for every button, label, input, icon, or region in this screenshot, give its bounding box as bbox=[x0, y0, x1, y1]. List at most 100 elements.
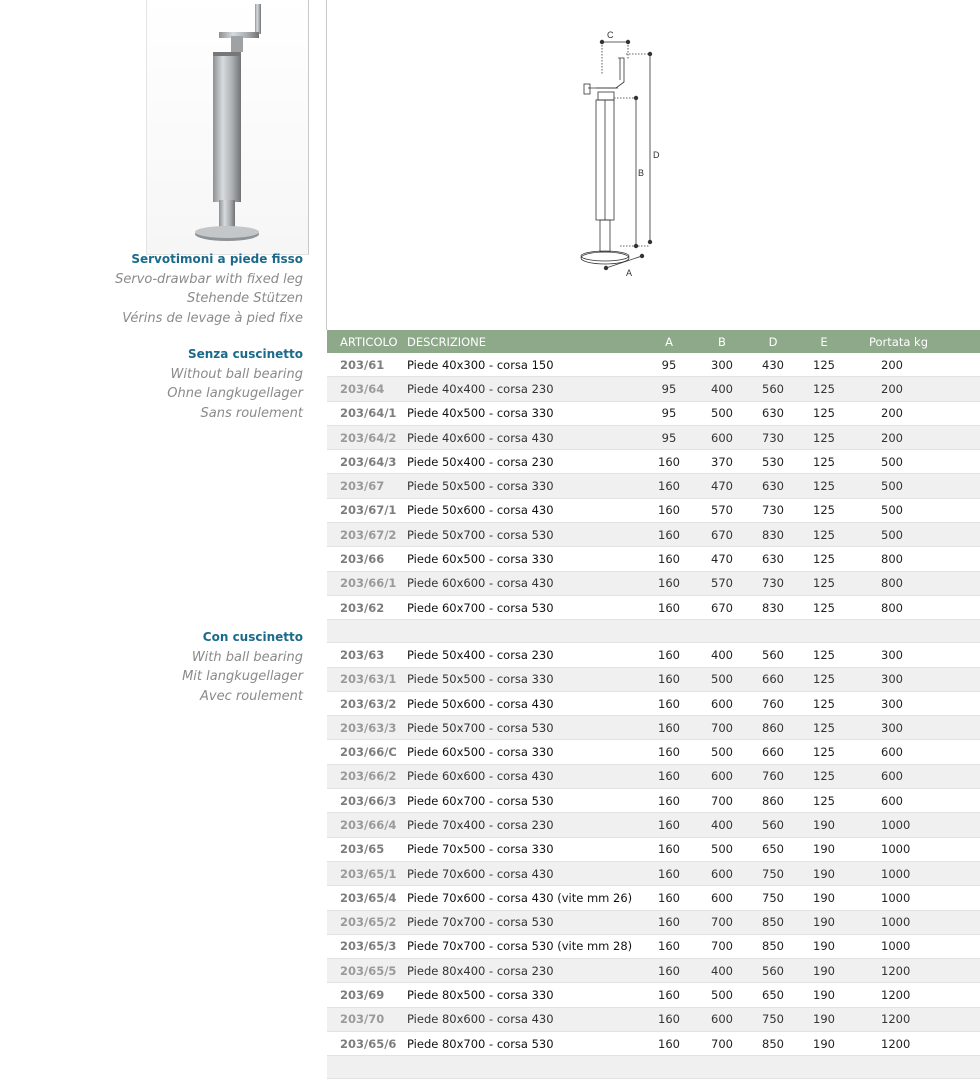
section-subtitle-en: Without ball bearing bbox=[170, 366, 303, 382]
table-row: 203/64/2 Piede 40x600 - corsa 430 95 600 730… bbox=[327, 425, 980, 451]
table-spacer-row bbox=[327, 1055, 980, 1079]
cell-b: 700 bbox=[699, 715, 745, 741]
table-row: 203/65/3 Piede 70x700 - corsa 530 (vite m… bbox=[327, 934, 980, 960]
cell-b: 500 bbox=[699, 739, 745, 765]
spacer-cell bbox=[327, 619, 980, 644]
header-a: A bbox=[665, 334, 673, 349]
cell-d: 730 bbox=[745, 498, 801, 524]
section-subtitle-fr: Vérins de levage à pied fixe bbox=[122, 310, 303, 326]
header-articolo: ARTICOLO bbox=[340, 334, 398, 349]
cell-a: 95 bbox=[639, 353, 699, 378]
section-subtitle-fr: Sans roulement bbox=[200, 405, 303, 421]
cell-b: 600 bbox=[699, 885, 745, 911]
table-row: 203/63 Piede 50x400 - corsa 230 160 400 560 1… bbox=[327, 642, 980, 668]
cell-b: 700 bbox=[699, 788, 745, 814]
cell-descrizione: Piede 80x700 - corsa 530 bbox=[407, 1031, 639, 1057]
cell-b: 600 bbox=[699, 1007, 745, 1033]
cell-b: 700 bbox=[699, 910, 745, 935]
cell-articolo: 203/63/2 bbox=[327, 691, 407, 717]
cell-e: 125 bbox=[801, 449, 847, 475]
cell-articolo: 203/67/1 bbox=[327, 498, 407, 524]
table-row: 203/66/C Piede 60x500 - corsa 330 160 500 66… bbox=[327, 739, 980, 765]
cell-d: 830 bbox=[745, 522, 801, 548]
cell-descrizione: Piede 70x500 - corsa 330 bbox=[407, 837, 639, 862]
cell-a: 95 bbox=[639, 425, 699, 451]
cell-descrizione: Piede 70x400 - corsa 230 bbox=[407, 812, 639, 838]
cell-descrizione: Piede 60x500 - corsa 330 bbox=[407, 546, 639, 572]
cell-d: 730 bbox=[745, 571, 801, 596]
cell-b: 670 bbox=[699, 522, 745, 548]
cell-descrizione: Piede 60x500 - corsa 330 bbox=[407, 739, 639, 765]
cell-articolo: 203/62 bbox=[327, 595, 407, 621]
cell-b: 300 bbox=[699, 353, 745, 378]
cell-a: 160 bbox=[639, 885, 699, 911]
cell-a: 160 bbox=[639, 788, 699, 814]
cell-portata: 800 bbox=[847, 595, 980, 621]
cell-b: 500 bbox=[699, 982, 745, 1008]
cell-articolo: 203/69 bbox=[327, 982, 407, 1008]
cell-articolo: 203/63/1 bbox=[327, 667, 407, 692]
cell-portata: 300 bbox=[847, 691, 980, 717]
header-descrizione: DESCRIZIONE bbox=[407, 334, 487, 349]
cell-portata: 800 bbox=[847, 546, 980, 572]
cell-descrizione: Piede 80x500 - corsa 330 bbox=[407, 982, 639, 1008]
spec-table: ARTICOLO DESCRIZIONE A B D E Portata kg … bbox=[327, 330, 980, 1079]
cell-b: 600 bbox=[699, 425, 745, 451]
table-row: 203/62 Piede 60x700 - corsa 530 160 670 830 1… bbox=[327, 595, 980, 621]
cell-b: 470 bbox=[699, 546, 745, 572]
cell-articolo: 203/66 bbox=[327, 546, 407, 572]
table-row: 203/66/1 Piede 60x600 - corsa 430 160 570 73… bbox=[327, 571, 980, 596]
cell-portata: 200 bbox=[847, 425, 980, 451]
cell-portata: 500 bbox=[847, 498, 980, 524]
cell-portata: 200 bbox=[847, 353, 980, 378]
cell-a: 160 bbox=[639, 1007, 699, 1033]
cell-portata: 600 bbox=[847, 788, 980, 814]
section-title: Senza cuscinetto bbox=[187, 347, 303, 361]
dimension-d-label: D bbox=[653, 150, 660, 160]
jack-stand-image bbox=[195, 4, 261, 241]
cell-a: 160 bbox=[639, 982, 699, 1008]
cell-b: 500 bbox=[699, 401, 745, 426]
cell-descrizione: Piede 70x600 - corsa 430 bbox=[407, 861, 639, 887]
table-row: 203/65/1 Piede 70x600 - corsa 430 160 600 75… bbox=[327, 861, 980, 887]
cell-e: 190 bbox=[801, 934, 847, 960]
section-title: Con cuscinetto bbox=[202, 630, 303, 644]
cell-descrizione: Piede 50x700 - corsa 530 bbox=[407, 522, 639, 548]
cell-d: 630 bbox=[745, 473, 801, 499]
section-with-label: Con cuscinetto With ball bearing Mit lan… bbox=[182, 628, 303, 706]
cell-e: 125 bbox=[801, 667, 847, 692]
cell-d: 850 bbox=[745, 934, 801, 960]
cell-descrizione: Piede 60x600 - corsa 430 bbox=[407, 571, 639, 596]
cell-portata: 1000 bbox=[847, 934, 980, 960]
cell-b: 500 bbox=[699, 667, 745, 692]
cell-a: 160 bbox=[639, 691, 699, 717]
cell-descrizione: Piede 40x300 - corsa 150 bbox=[407, 353, 639, 378]
cell-descrizione: Piede 70x700 - corsa 530 (vite mm 28) bbox=[407, 934, 639, 960]
cell-e: 125 bbox=[801, 642, 847, 668]
table-row: 203/64/3 Piede 50x400 - corsa 230 160 370 53… bbox=[327, 449, 980, 475]
cell-e: 125 bbox=[801, 376, 847, 402]
cell-a: 160 bbox=[639, 642, 699, 668]
cell-portata: 300 bbox=[847, 715, 980, 741]
cell-descrizione: Piede 50x600 - corsa 430 bbox=[407, 691, 639, 717]
cell-descrizione: Piede 70x600 - corsa 430 (vite mm 26) bbox=[407, 885, 639, 911]
cell-a: 160 bbox=[639, 571, 699, 596]
section-subtitle-en: Servo-drawbar with fixed leg bbox=[115, 271, 303, 287]
cell-a: 160 bbox=[639, 958, 699, 984]
cell-portata: 600 bbox=[847, 764, 980, 790]
cell-d: 750 bbox=[745, 1007, 801, 1033]
cell-a: 160 bbox=[639, 473, 699, 499]
cell-e: 190 bbox=[801, 1007, 847, 1033]
cell-portata: 200 bbox=[847, 401, 980, 426]
cell-articolo: 203/70 bbox=[327, 1007, 407, 1033]
cell-b: 700 bbox=[699, 1031, 745, 1057]
cell-a: 160 bbox=[639, 595, 699, 621]
table-row: 203/66/3 Piede 60x700 - corsa 530 160 700 86… bbox=[327, 788, 980, 814]
cell-descrizione: Piede 50x600 - corsa 430 bbox=[407, 498, 639, 524]
cell-descrizione: Piede 60x600 - corsa 430 bbox=[407, 764, 639, 790]
cell-articolo: 203/66/1 bbox=[327, 571, 407, 596]
cell-portata: 1200 bbox=[847, 982, 980, 1008]
cell-d: 630 bbox=[745, 546, 801, 572]
cell-descrizione: Piede 80x600 - corsa 430 bbox=[407, 1007, 639, 1033]
cell-a: 160 bbox=[639, 837, 699, 862]
